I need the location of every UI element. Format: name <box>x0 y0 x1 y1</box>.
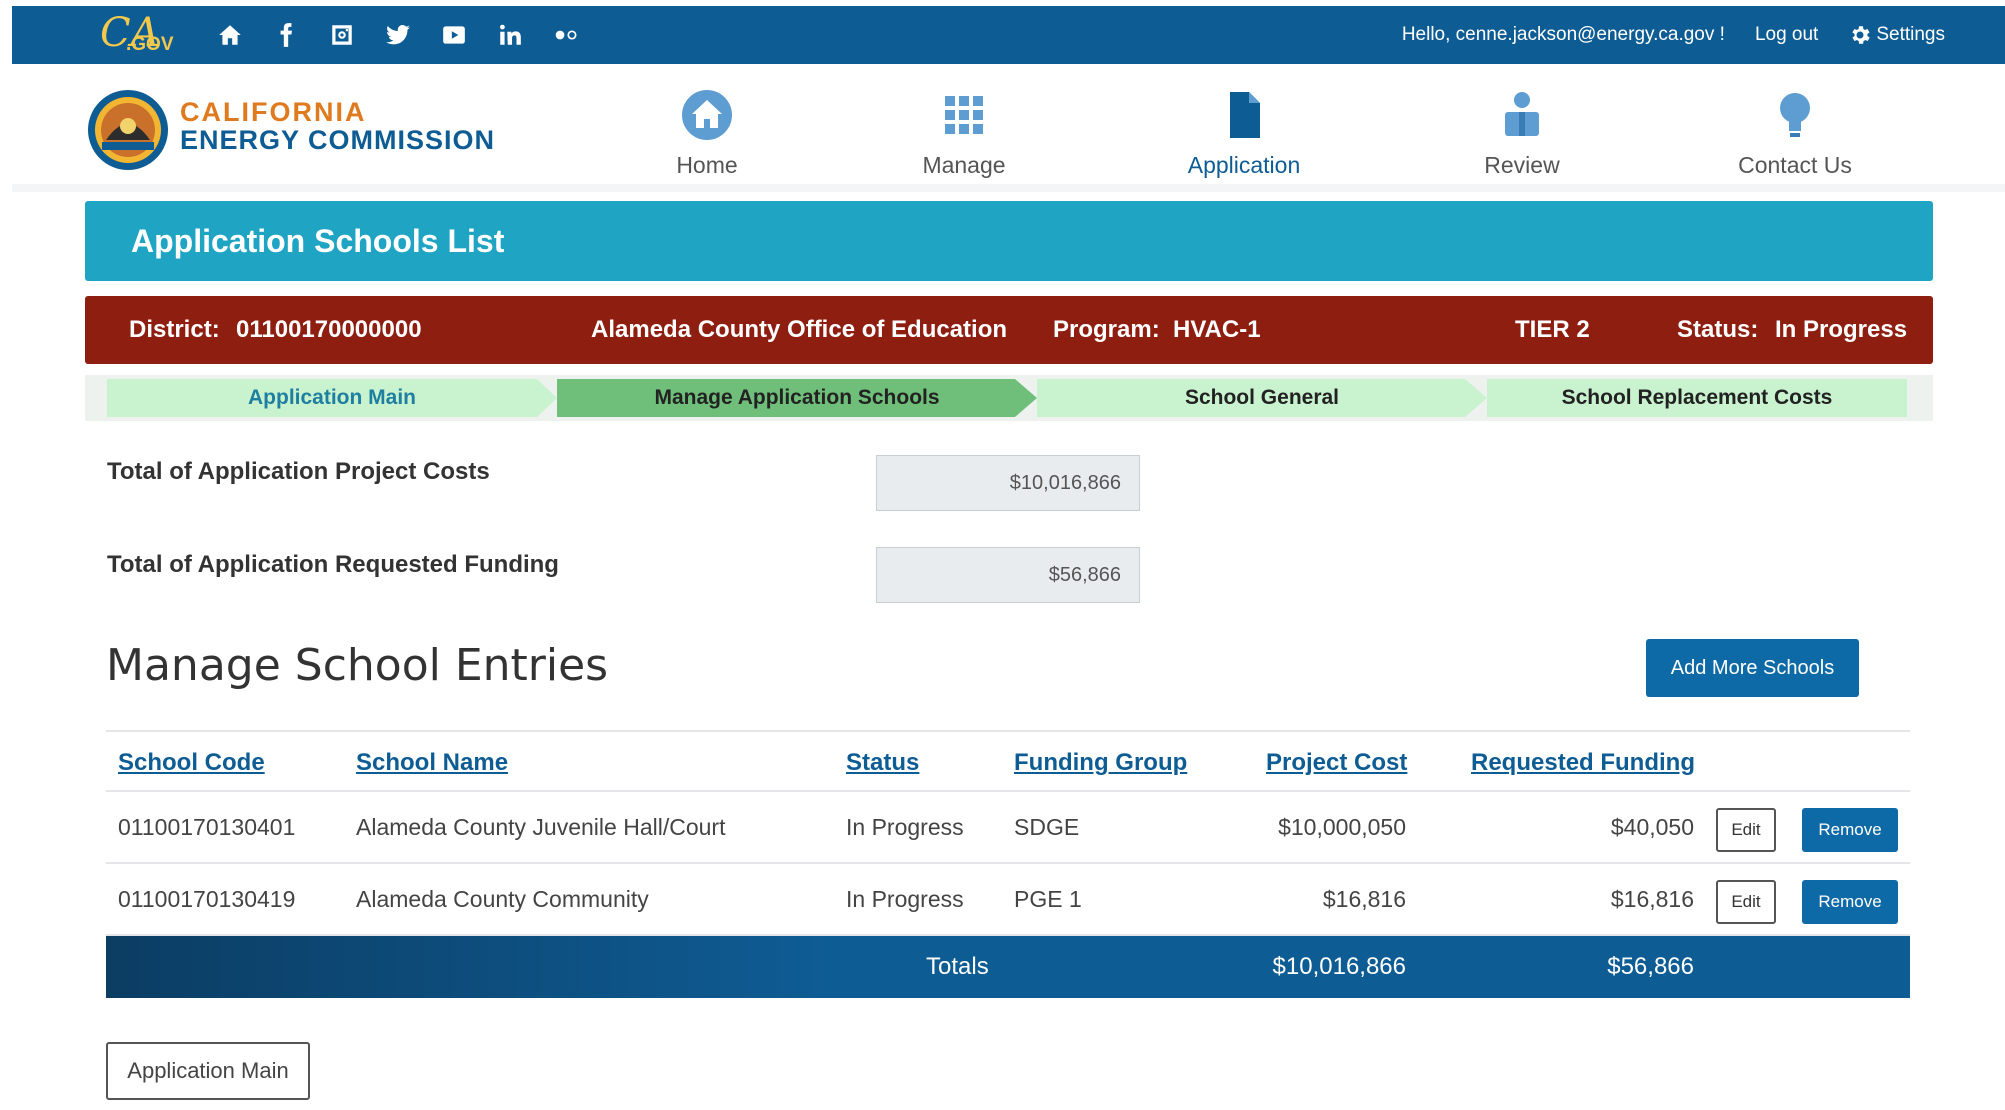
status-label: Status: <box>1677 316 1759 343</box>
lightbulb-icon <box>1780 93 1810 137</box>
header-school-name[interactable]: School Name <box>356 732 508 794</box>
totals-row: Totals $10,016,866 $56,866 <box>106 936 1910 998</box>
ca-logo-subtext: .GOV <box>126 34 174 55</box>
cell-requested-funding: $40,050 <box>1610 814 1694 840</box>
step-school-replacement-costs[interactable]: School Replacement Costs <box>1487 379 1907 417</box>
logout-link[interactable]: Log out <box>1755 24 1818 46</box>
site-header: CALIFORNIA ENERGY COMMISSION Home Manage… <box>12 64 2005 192</box>
header-funding-group[interactable]: Funding Group <box>1014 732 1187 794</box>
step-school-replacement-costs-label: School Replacement Costs <box>1561 386 1833 409</box>
twitter-icon[interactable] <box>370 6 426 64</box>
table-header: School Code School Name Status Funding G… <box>106 730 1910 792</box>
nav-contact[interactable]: Contact Us <box>1725 74 1865 184</box>
settings-link[interactable]: Settings <box>1848 23 1945 47</box>
totals-label: Totals <box>926 953 989 980</box>
top-bar: CA .GOV Hello, cenne.jackson@energy.ca.g… <box>12 6 2005 64</box>
org-name[interactable]: CALIFORNIA ENERGY COMMISSION <box>180 98 495 154</box>
house-icon <box>682 90 732 140</box>
nav-manage-label: Manage <box>922 152 1006 178</box>
table-row: 01100170130419 Alameda County Community … <box>106 866 1910 936</box>
step-manage-application-schools-label: Manage Application Schools <box>654 386 940 409</box>
district-info-bar: District: 01100170000000 Alameda County … <box>85 296 1933 364</box>
document-icon <box>1230 92 1260 138</box>
org-name-line1: CALIFORNIA <box>180 97 367 127</box>
org-name-line2: ENERGY COMMISSION <box>180 125 496 155</box>
district-label: District: <box>129 316 220 343</box>
header-school-code[interactable]: School Code <box>118 732 265 794</box>
social-links <box>202 6 594 64</box>
section-title: Manage School Entries <box>106 640 609 691</box>
nav-application-label: Application <box>1187 152 1301 178</box>
district-code: 01100170000000 <box>236 316 422 343</box>
cell-status: In Progress <box>846 814 964 840</box>
review-icon <box>1505 92 1539 136</box>
edit-button[interactable]: Edit <box>1716 880 1776 924</box>
totals-requested-funding: $56,866 <box>1607 953 1694 980</box>
cell-funding-group: PGE 1 <box>1014 886 1082 912</box>
step-manage-application-schools[interactable]: Manage Application Schools <box>557 379 1037 417</box>
project-costs-label: Total of Application Project Costs <box>107 458 490 485</box>
step-application-main-label: Application Main <box>248 386 416 409</box>
header-requested-funding[interactable]: Requested Funding <box>1471 732 1695 794</box>
district-name: Alameda County Office of Education <box>591 316 1008 343</box>
nav-manage[interactable]: Manage <box>894 74 1034 184</box>
settings-label: Settings <box>1876 24 1945 45</box>
remove-button[interactable]: Remove <box>1802 808 1898 852</box>
facebook-icon[interactable] <box>258 6 314 64</box>
step-application-main[interactable]: Application Main <box>107 379 557 417</box>
program-value: HVAC-1 <box>1173 316 1261 343</box>
instagram-icon[interactable] <box>314 6 370 64</box>
totals-project-cost: $10,016,866 <box>1272 953 1406 980</box>
nav-review-label: Review <box>1484 152 1560 178</box>
user-greeting: Hello, cenne.jackson@energy.ca.gov ! <box>1401 24 1725 45</box>
edit-button[interactable]: Edit <box>1716 808 1776 852</box>
nav-review[interactable]: Review <box>1452 74 1592 184</box>
linkedin-icon[interactable] <box>482 6 538 64</box>
requested-funding-field: $56,866 <box>876 547 1140 603</box>
grid-icon <box>945 96 983 134</box>
cell-school-code: 01100170130419 <box>118 886 296 912</box>
cell-school-code: 01100170130401 <box>118 814 296 840</box>
header-status[interactable]: Status <box>846 732 919 794</box>
step-school-general[interactable]: School General <box>1037 379 1487 417</box>
cell-requested-funding: $16,816 <box>1610 886 1694 912</box>
add-more-schools-button[interactable]: Add More Schools <box>1646 639 1859 697</box>
cell-project-cost: $16,816 <box>1322 886 1406 912</box>
page-title: Application Schools List <box>131 223 505 259</box>
home-icon[interactable] <box>202 6 258 64</box>
cell-funding-group: SDGE <box>1014 814 1080 840</box>
program-label: Program: <box>1053 316 1160 343</box>
cell-status: In Progress <box>846 886 964 912</box>
status-value: In Progress <box>1775 316 1908 343</box>
tier-value: TIER 2 <box>1515 316 1590 343</box>
header-project-cost[interactable]: Project Cost <box>1266 732 1407 794</box>
gear-icon <box>1852 26 1871 44</box>
nav-application[interactable]: Application <box>1174 74 1314 184</box>
ca-gov-logo[interactable]: CA .GOV <box>90 8 180 62</box>
application-steps: Application Main Manage Application Scho… <box>85 375 1933 421</box>
page-title-bar: Application Schools List <box>85 201 1933 281</box>
table-row: 01100170130401 Alameda County Juvenile H… <box>106 794 1910 864</box>
nav-home-label: Home <box>676 152 738 178</box>
cec-seal-logo[interactable] <box>86 88 170 172</box>
cell-school-name: Alameda County Juvenile Hall/Court <box>356 814 726 840</box>
nav-home[interactable]: Home <box>637 74 777 184</box>
application-main-button[interactable]: Application Main <box>106 1042 310 1100</box>
cell-project-cost: $10,000,050 <box>1278 814 1406 840</box>
user-menu: Hello, cenne.jackson@energy.ca.gov ! Log… <box>1402 6 1945 64</box>
flickr-icon[interactable] <box>538 6 594 64</box>
step-school-general-label: School General <box>1184 386 1340 409</box>
nav-contact-label: Contact Us <box>1738 152 1852 178</box>
cell-school-name: Alameda County Community <box>356 886 649 912</box>
youtube-icon[interactable] <box>426 6 482 64</box>
requested-funding-label: Total of Application Requested Funding <box>107 551 559 578</box>
remove-button[interactable]: Remove <box>1802 880 1898 924</box>
project-costs-field: $10,016,866 <box>876 455 1140 511</box>
